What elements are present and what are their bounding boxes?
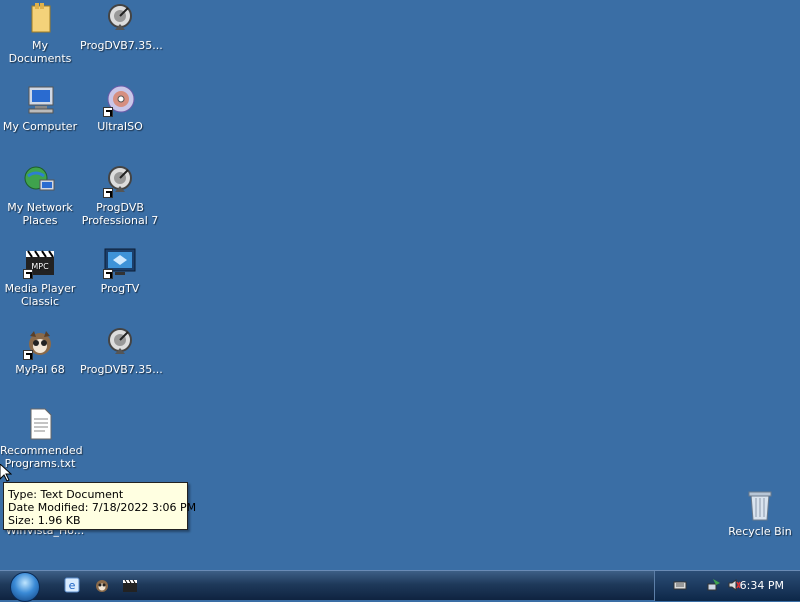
tooltip-type: Type: Text Document	[8, 488, 124, 501]
mypal-icon[interactable]	[94, 577, 110, 593]
taskbar: e 6:34 PM	[0, 570, 800, 602]
icon-label: ProgDVB Professional 7	[81, 201, 159, 227]
computer-icon	[23, 83, 57, 117]
mypal-icon	[23, 326, 57, 360]
satellite-icon	[103, 326, 137, 360]
folder-icon	[23, 2, 57, 36]
desktop-icon-my-documents[interactable]: My Documents	[0, 2, 80, 65]
media-player-icon[interactable]	[122, 577, 138, 593]
icon-label: Recommended Programs.txt	[0, 444, 83, 470]
icon-label: My Documents	[8, 39, 72, 65]
desktop-icon-ultraiso[interactable]: UltraISO	[80, 83, 160, 133]
desktop-icon-media-player-classic[interactable]: MPC Media Player Classic	[0, 245, 80, 308]
keyboard-icon[interactable]	[673, 578, 687, 592]
satellite-icon	[103, 2, 137, 36]
shortcut-arrow-icon	[23, 350, 33, 360]
icon-label: MyPal 68	[15, 363, 65, 376]
icon-label: Media Player Classic	[4, 282, 76, 308]
start-button[interactable]	[10, 572, 40, 602]
system-tray: 6:34 PM	[654, 571, 800, 601]
icon-label: UltraISO	[97, 120, 143, 133]
desktop[interactable]: My Documents My Computer My Network Plac…	[0, 0, 800, 570]
desktop-icon-my-computer[interactable]: My Computer	[0, 83, 80, 133]
text-file-icon	[23, 407, 57, 441]
desktop-icon-recycle-bin[interactable]: Recycle Bin	[720, 488, 800, 538]
icon-label: ProgDVB7.35...	[80, 39, 163, 52]
icon-label: Recycle Bin	[728, 525, 792, 538]
desktop-icon-progdvb-professional[interactable]: ProgDVB Professional 7	[80, 164, 160, 227]
icon-label: ProgDVB7.35...	[80, 363, 163, 376]
recycle-bin-icon	[743, 488, 777, 522]
shortcut-arrow-icon	[103, 269, 113, 279]
disc-icon	[103, 83, 137, 117]
icon-label: ProgTV	[100, 282, 140, 295]
network-icon	[23, 164, 57, 198]
internet-explorer-icon[interactable]: e	[64, 577, 80, 593]
icon-label: My Computer	[2, 120, 78, 133]
icon-label: My Network Places	[7, 201, 73, 227]
shortcut-arrow-icon	[103, 107, 113, 117]
network-status-icon[interactable]	[707, 578, 721, 592]
tooltip-date-modified: Date Modified: 7/18/2022 3:06 PM	[8, 501, 197, 514]
satellite-icon	[103, 164, 137, 198]
desktop-icon-mypal[interactable]: MyPal 68	[0, 326, 80, 376]
taskbar-clock[interactable]: 6:34 PM	[740, 579, 784, 592]
shortcut-arrow-icon	[103, 188, 113, 198]
file-info-tooltip: Type: Text Document Date Modified: 7/18/…	[3, 482, 197, 530]
mouse-cursor-icon	[0, 464, 12, 482]
desktop-icon-recommended-programs[interactable]: Recommended Programs.txt	[0, 407, 83, 470]
desktop-icon-my-network-places[interactable]: My Network Places	[0, 164, 80, 227]
desktop-icon-progtv[interactable]: ProgTV	[80, 245, 160, 295]
tv-icon	[103, 245, 137, 279]
desktop-icon-progdvb-2[interactable]: ProgDVB7.35...	[80, 326, 163, 376]
shortcut-arrow-icon	[23, 269, 33, 279]
tooltip-size: Size: 1.96 KB	[8, 514, 81, 527]
media-player-icon: MPC	[23, 245, 57, 279]
svg-text:e: e	[69, 579, 76, 592]
svg-text:MPC: MPC	[31, 262, 49, 271]
desktop-icon-progdvb-1[interactable]: ProgDVB7.35...	[80, 2, 163, 52]
